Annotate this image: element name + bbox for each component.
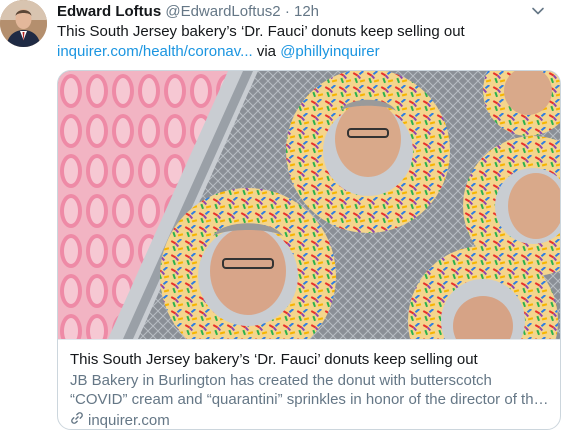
card-body: This South Jersey bakery’s ‘Dr. Fauci’ d… [58,339,560,429]
author-name[interactable]: Edward Loftus [57,3,161,20]
time-separator: · [284,3,290,20]
tweet-body: This South Jersey bakery’s ‘Dr. Fauci’ d… [57,23,465,40]
tweet-header: Edward Loftus @EdwardLoftus2 · 12h [57,2,547,22]
tweet-link[interactable]: inquirer.com/health/coronav... [57,43,253,60]
chevron-down-icon[interactable] [529,2,547,20]
via-text: via [256,43,277,60]
tweet-text: This South Jersey bakery’s ‘Dr. Fauci’ d… [57,22,552,62]
author-handle[interactable]: @EdwardLoftus2 [165,3,280,20]
link-icon [70,411,84,429]
avatar[interactable] [0,0,47,47]
card-description: JB Bakery in Burlington has created the … [70,372,542,408]
link-card[interactable]: This South Jersey bakery’s ‘Dr. Fauci’ d… [57,70,561,430]
mention-link[interactable]: @phillyinquirer [280,43,379,60]
card-image [58,71,560,339]
card-domain-text: inquirer.com [88,412,170,429]
card-domain: inquirer.com [70,411,550,429]
tweet-time[interactable]: 12h [294,3,319,20]
card-title: This South Jersey bakery’s ‘Dr. Fauci’ d… [70,351,478,368]
